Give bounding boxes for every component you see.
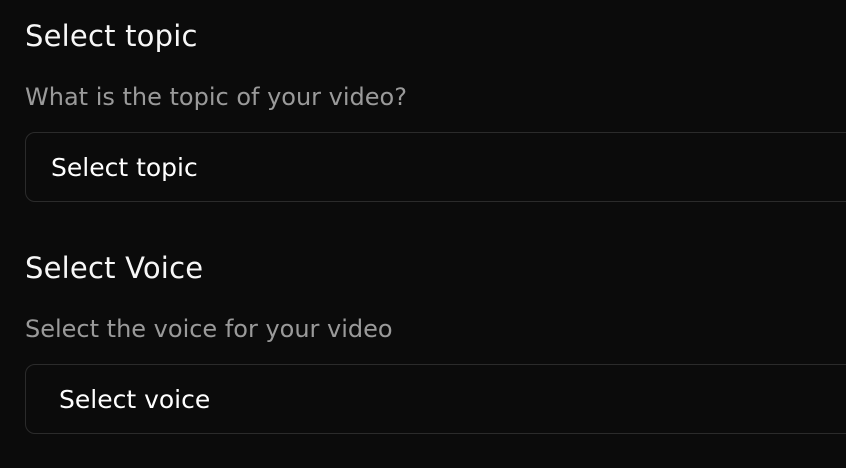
voice-description: Select the voice for your video <box>25 315 393 343</box>
topic-description: What is the topic of your video? <box>25 83 407 111</box>
topic-select[interactable]: Select topic <box>25 132 846 202</box>
voice-select-value: Select voice <box>59 385 211 414</box>
topic-title: Select topic <box>25 19 198 53</box>
topic-select-value: Select topic <box>51 153 198 182</box>
voice-select[interactable]: Select voice <box>25 364 846 434</box>
voice-title: Select Voice <box>25 251 204 285</box>
